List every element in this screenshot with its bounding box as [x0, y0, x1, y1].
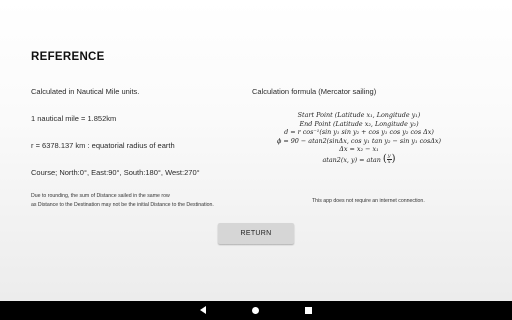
reference-screen: REFERENCE Calculated in Nautical Mile un… — [0, 0, 512, 301]
internet-note: This app does not require an internet co… — [312, 198, 425, 204]
formula-start-point: Start Point (Latitude x₁, Longitude y₁) — [297, 111, 421, 119]
rounding-note-line-1: Due to rounding, the sum of Distance sai… — [31, 193, 170, 199]
formula-atan2: atan2(x, y) = atan (y x) — [322, 152, 396, 166]
back-triangle-icon[interactable] — [200, 306, 206, 314]
formula-title: Calculation formula (Mercator sailing) — [252, 87, 377, 96]
rounding-note-line-2: as Distance to the Destination may not b… — [31, 202, 214, 208]
system-navigation-bar — [0, 301, 512, 320]
return-button[interactable]: RETURN — [218, 223, 294, 244]
formula-bearing: ϕ = 90 − atan2(sinΔx, cos y₁ tan y₂ − si… — [276, 136, 442, 145]
formula-distance: d = r cos⁻¹(sin y₁ sin y₂ + cos y₁ cos y… — [284, 128, 434, 137]
formula-end-point: End Point (Latitude x₂, Longitude y₂) — [299, 119, 419, 128]
earth-radius-note: r = 6378.137 km : equatorial radius of e… — [31, 141, 175, 150]
units-note: Calculated in Nautical Mile units. — [31, 87, 140, 96]
mercator-formula: Start Point (Latitude x₁, Longitude y₁) … — [254, 111, 464, 166]
page-title: REFERENCE — [31, 51, 105, 63]
recents-square-icon[interactable] — [305, 306, 312, 314]
nautical-mile-note: 1 nautical mile = 1.852km — [31, 114, 117, 123]
formula-delta-x: Δx = x₂ − x₁ — [339, 145, 379, 154]
course-note: Course; North:0°, East:90°, South:180°, … — [31, 168, 200, 177]
home-circle-icon[interactable] — [252, 306, 259, 314]
formula-atan2-lhs: atan2(x, y) = atan — [322, 155, 381, 164]
